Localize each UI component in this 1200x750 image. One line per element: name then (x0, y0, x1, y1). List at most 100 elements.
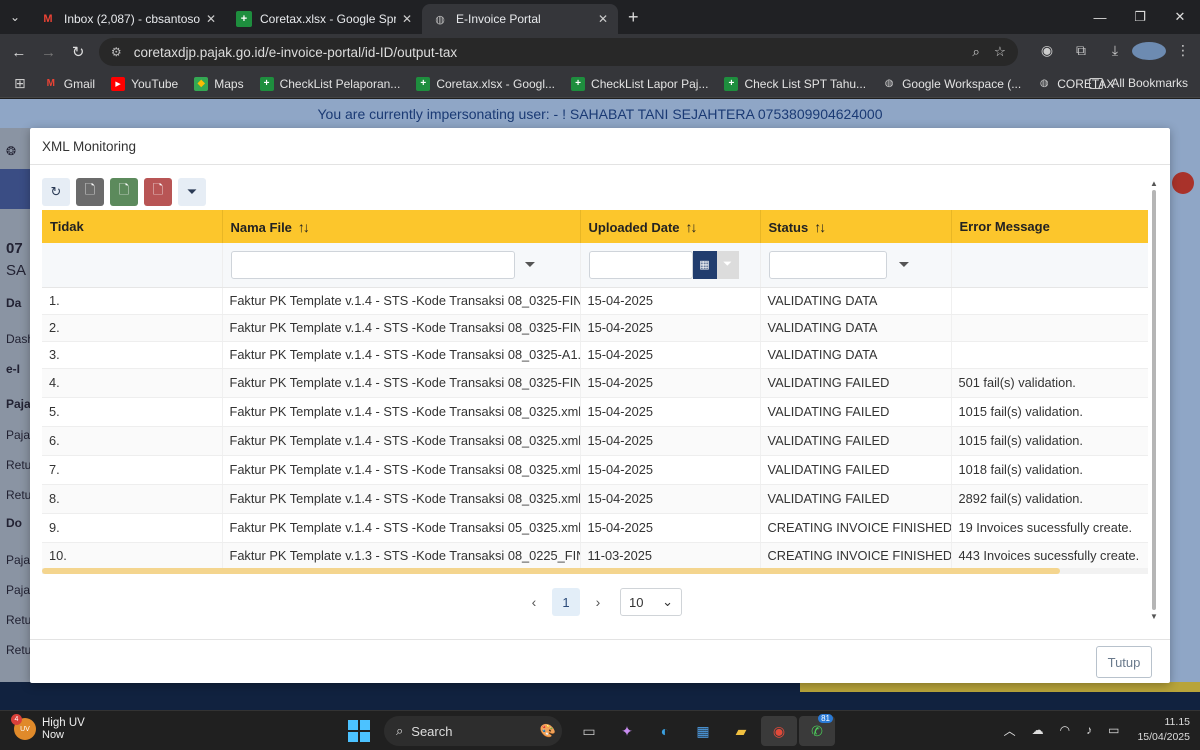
close-tab-icon[interactable]: ✕ (598, 12, 608, 26)
table-row[interactable]: 7. Faktur PK Template v.1.4 - STS -Kode … (42, 455, 1148, 485)
tab-e-invoice-portal[interactable]: ◍ E-Invoice Portal ✕ (422, 4, 618, 34)
file-name-filter-input[interactable] (230, 250, 515, 279)
eye-icon[interactable]: ◉ (1030, 42, 1064, 63)
bookmark-checklist-pelaporan[interactable]: + CheckList Pelaporan... (259, 76, 400, 91)
close-tab-icon[interactable]: ✕ (402, 12, 412, 26)
new-tab-icon[interactable]: + (618, 7, 649, 34)
close-window-icon[interactable]: ✕ (1160, 0, 1200, 34)
clock[interactable]: 11.15 15/04/2025 (1137, 715, 1190, 745)
bookmark-maps[interactable]: ◆ Maps (194, 76, 244, 91)
whatsapp-icon[interactable]: ✆ 81 (799, 714, 835, 746)
profile-avatar[interactable] (1132, 41, 1166, 63)
vertical-scrollbar[interactable]: ▲ ▼ (1150, 179, 1158, 623)
palette-icon: 🎨 (539, 723, 556, 738)
restore-icon[interactable]: ❐ (1120, 0, 1160, 34)
battery-icon[interactable]: ▭ (1108, 723, 1119, 737)
export-pdf-button[interactable]: 🗋 (144, 178, 172, 206)
taskbar-search[interactable]: ⌕ Search 🎨 (384, 716, 562, 746)
column-header-file-name[interactable]: Nama File ↑↓ (222, 210, 581, 243)
next-page-icon[interactable]: › (584, 594, 612, 610)
all-bookmarks[interactable]: All Bookmarks (1089, 76, 1188, 90)
site-info-icon[interactable]: ⚙ (111, 45, 122, 59)
scroll-up-icon[interactable]: ▲ (1150, 179, 1158, 188)
forward-icon[interactable]: → (34, 44, 64, 61)
uploaded-date-filter-input[interactable] (588, 250, 693, 279)
edge-icon[interactable]: ◐ (647, 716, 683, 746)
sort-icon[interactable]: ↑↓ (298, 219, 310, 235)
bookmark-google-workspace[interactable]: ◍ Google Workspace (... (882, 77, 1022, 91)
start-button[interactable] (348, 720, 370, 742)
scroll-down-icon[interactable]: ▼ (1150, 612, 1158, 621)
grid-toolbar: ↻ 🗋 🗋 🗋 ⏷ (42, 178, 212, 206)
sort-icon[interactable]: ↑↓ (686, 219, 698, 235)
calendar-icon[interactable]: ▦ (692, 250, 717, 279)
bookmark-checklist-spt[interactable]: + Check List SPT Tahu... (724, 76, 866, 91)
filter-icon[interactable]: ⏷ (899, 256, 910, 273)
tab-title: E-Invoice Portal (456, 12, 541, 26)
sort-icon[interactable]: ↑↓ (814, 219, 826, 235)
table-row[interactable]: 4. Faktur PK Template v.1.4 - STS -Kode … (42, 368, 1148, 398)
download-icon[interactable]: ⤓ (1098, 42, 1132, 63)
minimize-icon[interactable]: — (1080, 0, 1120, 34)
table-row[interactable]: 3. Faktur PK Template v.1.4 - STS -Kode … (42, 341, 1148, 369)
refresh-button[interactable]: ↻ (42, 178, 70, 206)
table-row[interactable]: 9. Faktur PK Template v.1.4 - STS -Kode … (42, 513, 1148, 543)
browser-tab-bar: ⌄ M Inbox (2,087) - cbsantoso16046 ✕ + C… (0, 0, 1200, 34)
bookmark-star-icon[interactable]: ☆ (994, 44, 1006, 60)
browser-toolbar: ← → ↻ ⚙ coretaxdjp.pajak.go.id/e-invoice… (0, 34, 1200, 70)
table-row[interactable]: 2. Faktur PK Template v.1.4 - STS -Kode … (42, 314, 1148, 342)
export-excel-button[interactable]: 🗋 (110, 178, 138, 206)
window-controls: — ❐ ✕ (1080, 0, 1200, 34)
bookmark-youtube[interactable]: ▶ YouTube (111, 76, 178, 91)
clear-filter-button[interactable]: ⏷ (178, 178, 206, 206)
table-row[interactable]: 6. Faktur PK Template v.1.4 - STS -Kode … (42, 426, 1148, 456)
apps-grid-icon[interactable]: ⊞ (14, 75, 26, 92)
page-number-button[interactable]: 1 (552, 588, 580, 616)
table-row[interactable]: 5. Faktur PK Template v.1.4 - STS -Kode … (42, 397, 1148, 427)
extensions-icon[interactable]: ⧉ (1064, 42, 1098, 63)
address-bar[interactable]: ⚙ coretaxdjp.pajak.go.id/e-invoice-porta… (98, 38, 1018, 66)
bookmark-checklist-lapor[interactable]: + CheckList Lapor Paj... (571, 76, 708, 91)
chrome-icon[interactable]: ◉ (761, 716, 797, 746)
horizontal-scrollbar[interactable] (42, 568, 1148, 574)
task-view-icon[interactable]: ▭ (571, 716, 607, 746)
prev-page-icon[interactable]: ‹ (520, 594, 548, 610)
column-header-uploaded-date[interactable]: Uploaded Date ↑↓ (580, 210, 761, 243)
bookmark-coretax-sheet[interactable]: + Coretax.xlsx - Googl... (416, 76, 555, 91)
filter-clear-icon: ⏷ (186, 184, 198, 199)
sheets-icon: + (236, 11, 252, 27)
chevron-up-icon[interactable]: ︿ (1004, 722, 1016, 739)
tab-coretax-sheet[interactable]: + Coretax.xlsx - Google Spreadsh ✕ (226, 4, 422, 34)
status-filter-input[interactable] (768, 250, 887, 279)
tab-gmail[interactable]: M Inbox (2,087) - cbsantoso16046 ✕ (30, 4, 226, 34)
table-row[interactable]: 10. Faktur PK Template v.1.3 - STS -Kode… (42, 542, 1148, 570)
reload-icon[interactable]: ↻ (63, 43, 93, 61)
more-menu-icon[interactable]: ⋮ (1166, 42, 1200, 63)
zoom-icon[interactable]: ⌕ (972, 44, 980, 60)
tab-title: Coretax.xlsx - Google Spreadsh (260, 12, 396, 26)
filter-icon[interactable]: ⏷ (525, 256, 536, 273)
close-button[interactable]: Tutup (1096, 646, 1152, 678)
copilot-icon[interactable]: ✦ (609, 716, 645, 746)
file-explorer-icon[interactable]: ▰ (723, 716, 759, 746)
url-text: coretaxdjp.pajak.go.id/e-invoice-portal/… (133, 44, 458, 60)
clear-date-filter-icon[interactable]: ⏷ (716, 250, 739, 279)
back-icon[interactable]: ← (4, 44, 34, 61)
table-row[interactable]: 1. Faktur PK Template v.1.4 - STS -Kode … (42, 287, 1148, 315)
weather-widget[interactable]: 4 UV High UV Now (11, 714, 85, 741)
folder-icon (1089, 77, 1104, 89)
sidebar-backdrop: ❂ Po 07 SA Da Dash e-I Pajal Pajal Retu … (0, 128, 34, 710)
tab-search-chevron-icon[interactable]: ⌄ (0, 0, 30, 34)
export-file-button[interactable]: 🗋 (76, 178, 104, 206)
bookmark-gmail[interactable]: M Gmail (44, 77, 96, 91)
page-size-select[interactable]: 10 ⌄ (620, 588, 682, 616)
impersonation-banner: You are currently impersonating user: - … (0, 99, 1200, 128)
youtube-icon: ▶ (111, 76, 126, 91)
volume-icon[interactable]: ♪ (1086, 723, 1092, 737)
close-tab-icon[interactable]: ✕ (206, 12, 216, 26)
cloud-off-icon[interactable]: ☁ (1032, 723, 1044, 737)
table-row[interactable]: 8. Faktur PK Template v.1.4 - STS -Kode … (42, 484, 1148, 514)
column-header-status[interactable]: Status ↑↓ (760, 210, 952, 243)
wifi-icon[interactable]: ◠ (1060, 723, 1070, 737)
store-icon[interactable]: ▦ (685, 716, 721, 746)
